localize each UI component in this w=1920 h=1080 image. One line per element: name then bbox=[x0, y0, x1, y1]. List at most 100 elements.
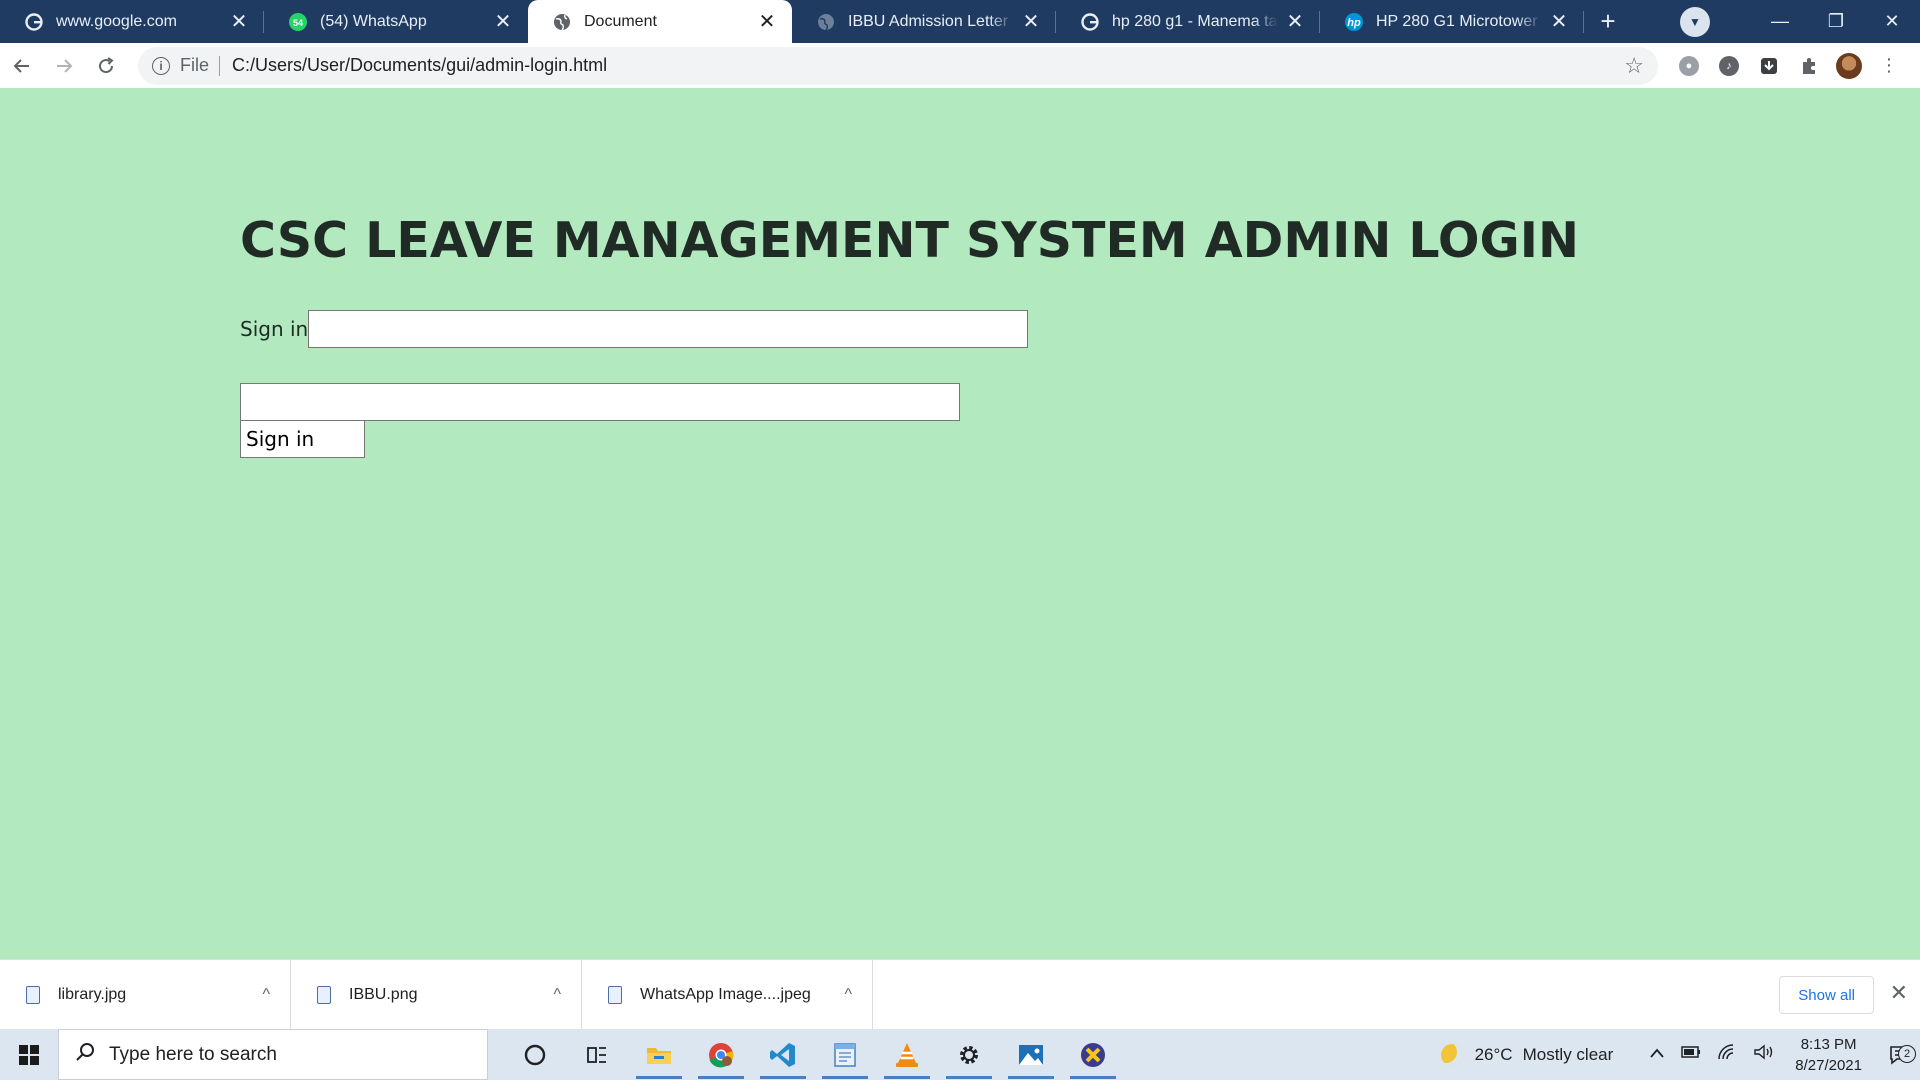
start-button[interactable] bbox=[0, 1029, 58, 1080]
tab-close-icon[interactable]: ✕ bbox=[492, 11, 514, 33]
windows-logo-icon bbox=[19, 1044, 39, 1065]
arrow-right-icon bbox=[57, 58, 73, 73]
tab-ibbu-admission[interactable]: IBBU Admission Letter 2021 ✕ bbox=[792, 0, 1056, 43]
download-item[interactable]: WhatsApp Image....jpeg ^ bbox=[582, 959, 873, 1030]
back-button[interactable] bbox=[2, 46, 42, 86]
weather-condition: Mostly clear bbox=[1522, 1044, 1614, 1064]
chevron-up-icon[interactable]: ^ bbox=[553, 986, 561, 1004]
tab-close-icon[interactable]: ✕ bbox=[228, 11, 250, 33]
window-controls: ▼ — ❐ ✕ bbox=[1680, 0, 1920, 43]
close-window-button[interactable]: ✕ bbox=[1864, 0, 1920, 43]
taskbar-search[interactable]: Type here to search bbox=[58, 1029, 488, 1080]
reload-button[interactable] bbox=[86, 46, 126, 86]
task-view-icon[interactable] bbox=[566, 1029, 628, 1080]
google-icon bbox=[1080, 12, 1100, 32]
tab-hp-search[interactable]: hp 280 g1 - Manema ta Google ✕ bbox=[1056, 0, 1320, 43]
chevron-up-icon[interactable]: ^ bbox=[262, 986, 270, 1004]
wifi-icon[interactable] bbox=[1717, 1044, 1737, 1065]
address-bar[interactable]: i File C:/Users/User/Documents/gui/admin… bbox=[138, 46, 1658, 85]
svg-text:hp: hp bbox=[1347, 17, 1361, 29]
taskbar-apps bbox=[504, 1029, 1124, 1080]
bookmark-star-icon[interactable]: ☆ bbox=[1624, 53, 1644, 79]
sign-in-button[interactable]: Sign in bbox=[240, 420, 365, 458]
notepad-icon[interactable] bbox=[814, 1029, 876, 1080]
cortana-icon[interactable] bbox=[504, 1029, 566, 1080]
tab-whatsapp[interactable]: 54 (54) WhatsApp ✕ bbox=[264, 0, 528, 43]
tab-title: Document bbox=[584, 12, 657, 30]
browser-tabstrip: www.google.com ✕ 54 (54) WhatsApp ✕ Docu… bbox=[0, 0, 1920, 43]
clock-time: 8:13 PM bbox=[1800, 1035, 1857, 1053]
vlc-icon[interactable] bbox=[876, 1029, 938, 1080]
download-extension-icon[interactable] bbox=[1756, 53, 1782, 79]
download-filename: IBBU.png bbox=[349, 985, 418, 1003]
download-shelf: library.jpg ^ IBBU.png ^ WhatsApp Image.… bbox=[0, 959, 1920, 1030]
tab-search-chevron-icon[interactable]: ▼ bbox=[1680, 6, 1710, 37]
arrow-left-icon bbox=[13, 58, 29, 73]
weather-temperature: 26°C bbox=[1474, 1044, 1513, 1064]
info-icon[interactable]: i bbox=[152, 56, 170, 75]
restore-button[interactable]: ❐ bbox=[1808, 0, 1864, 43]
weather-widget[interactable]: 26°C Mostly clear bbox=[1440, 1043, 1614, 1066]
minimize-button[interactable]: — bbox=[1752, 0, 1808, 43]
address-url[interactable]: C:/Users/User/Documents/gui/admin-login.… bbox=[232, 55, 1624, 76]
file-explorer-icon[interactable] bbox=[628, 1029, 690, 1080]
download-item[interactable]: library.jpg ^ bbox=[0, 959, 291, 1030]
close-shelf-icon[interactable]: ✕ bbox=[1890, 980, 1908, 1006]
username-row: Sign in bbox=[240, 310, 1029, 348]
tab-hp-product[interactable]: hp HP 280 G1 Microtower PC Product ✕ bbox=[1320, 0, 1584, 43]
tab-close-icon[interactable]: ✕ bbox=[1548, 11, 1570, 33]
google-icon bbox=[24, 12, 44, 32]
file-icon bbox=[608, 985, 622, 1004]
tab-separator bbox=[1583, 11, 1584, 33]
moon-icon bbox=[1440, 1043, 1463, 1066]
download-filename: WhatsApp Image....jpeg bbox=[640, 985, 811, 1003]
forward-button[interactable] bbox=[44, 46, 84, 86]
address-divider bbox=[219, 55, 221, 76]
notification-count-badge: 2 bbox=[1898, 1044, 1916, 1063]
file-icon bbox=[317, 985, 331, 1004]
settings-icon[interactable] bbox=[938, 1029, 1000, 1080]
tab-close-icon[interactable]: ✕ bbox=[756, 11, 778, 33]
taskbar-clock[interactable]: 8:13 PM 8/27/2021 bbox=[1795, 1034, 1862, 1076]
username-label: Sign in bbox=[240, 317, 309, 341]
reload-icon bbox=[99, 56, 114, 73]
hp-icon: hp bbox=[1344, 12, 1364, 32]
clock-date: 8/27/2021 bbox=[1795, 1056, 1862, 1074]
battery-icon[interactable] bbox=[1681, 1045, 1701, 1064]
chrome-icon[interactable] bbox=[690, 1029, 752, 1080]
chevron-up-icon[interactable] bbox=[1649, 1046, 1665, 1064]
username-input[interactable] bbox=[308, 310, 1029, 348]
volume-icon[interactable] bbox=[1753, 1044, 1775, 1065]
taskbar: Type here to search 26°C Mostly clear 8:… bbox=[0, 1029, 1920, 1080]
tab-title: (54) WhatsApp bbox=[320, 12, 427, 30]
tab-close-icon[interactable]: ✕ bbox=[1284, 11, 1306, 33]
globe-icon bbox=[816, 12, 836, 32]
tab-document[interactable]: Document ✕ bbox=[528, 0, 792, 43]
tab-title: IBBU Admission Letter 2021 bbox=[848, 12, 1014, 30]
music-extension-icon[interactable]: ♪ bbox=[1716, 53, 1742, 79]
system-tray: 26°C Mostly clear 8:13 PM 8/27/2021 2 bbox=[1440, 1029, 1920, 1080]
tab-title: www.google.com bbox=[56, 12, 177, 30]
puzzle-icon[interactable] bbox=[1796, 53, 1822, 79]
new-tab-button[interactable]: + bbox=[1584, 0, 1632, 43]
tab-google[interactable]: www.google.com ✕ bbox=[0, 0, 264, 43]
page-viewport: CSC LEAVE MANAGEMENT SYSTEM ADMIN LOGIN … bbox=[0, 88, 1920, 959]
tab-title: HP 280 G1 Microtower PC Product bbox=[1376, 12, 1542, 30]
extension-circle-icon[interactable]: ● bbox=[1676, 53, 1702, 79]
search-icon bbox=[75, 1042, 95, 1068]
profile-avatar[interactable] bbox=[1836, 52, 1862, 79]
browser-toolbar: i File C:/Users/User/Documents/gui/admin… bbox=[0, 43, 1920, 88]
tab-close-icon[interactable]: ✕ bbox=[1020, 11, 1042, 33]
toolbar-extensions: ● ♪ ⋮ bbox=[1676, 52, 1902, 79]
photos-icon[interactable] bbox=[1000, 1029, 1062, 1080]
search-placeholder: Type here to search bbox=[109, 1043, 277, 1065]
menu-kebab-icon[interactable]: ⋮ bbox=[1876, 53, 1902, 79]
address-scheme: File bbox=[180, 55, 210, 75]
password-input[interactable] bbox=[240, 383, 960, 421]
notification-center-icon[interactable]: 2 bbox=[1880, 1044, 1920, 1065]
vscode-icon[interactable] bbox=[752, 1029, 814, 1080]
show-all-button[interactable]: Show all bbox=[1779, 976, 1874, 1014]
download-item[interactable]: IBBU.png ^ bbox=[291, 959, 582, 1030]
chevron-up-icon[interactable]: ^ bbox=[844, 986, 852, 1004]
xampp-icon[interactable] bbox=[1062, 1029, 1124, 1080]
